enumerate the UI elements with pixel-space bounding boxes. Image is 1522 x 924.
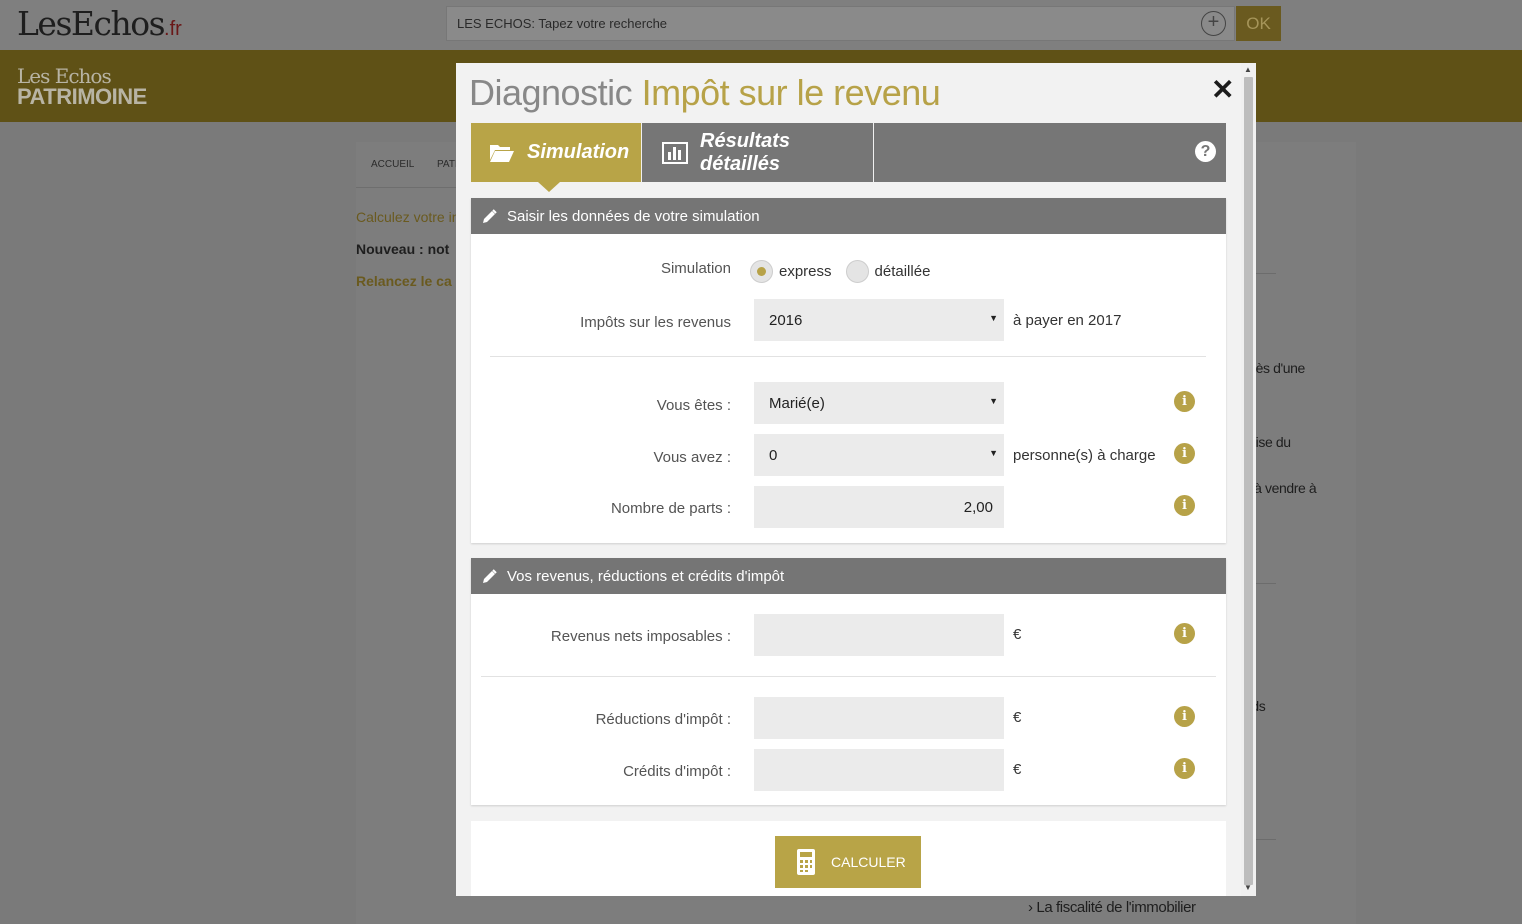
modal-scrollbar[interactable]: ▲ ▼ [1241,63,1256,896]
bar-chart-icon [662,141,688,164]
simulation-label: Simulation [660,260,731,277]
panel-header: Saisir les données de votre simulation [471,198,1226,234]
currency-symbol: € [1013,626,1022,643]
chevron-down-icon: ▼ [989,396,998,406]
currency-symbol: € [1013,709,1022,726]
panel-header: Vos revenus, réductions et crédits d'imp… [471,558,1226,594]
close-icon[interactable]: ✕ [1211,76,1234,104]
search-box [446,6,1235,41]
folder-open-icon [489,143,515,163]
radio-express-label[interactable]: express [779,263,832,280]
info-icon[interactable]: i [1174,706,1195,727]
bottom-link[interactable]: › La fiscalité de l'immobilier [1028,899,1196,916]
info-icon[interactable]: i [1174,391,1195,412]
divider [481,676,1216,677]
chevron-down-icon: ▼ [989,448,998,458]
credits-label: Crédits d'impôt : [623,763,731,780]
pencil-icon [482,208,497,224]
scrollbar-thumb[interactable] [1244,77,1253,885]
scroll-down-icon[interactable]: ▼ [1244,883,1252,892]
divider [490,356,1206,357]
radio-detaillee[interactable] [845,260,869,283]
impots-label: Impôts sur les revenus [580,314,731,331]
search-ok-button[interactable]: OK [1236,6,1281,41]
tab-resultats[interactable]: Résultats détaillés [641,123,874,182]
vous-avez-label: Vous avez : [653,449,731,466]
impots-after-text: à payer en 2017 [1013,312,1122,329]
radio-express[interactable] [750,260,773,283]
simulation-radio-group: express détaillée [750,260,930,283]
help-icon[interactable]: ? [1195,141,1216,162]
parts-field[interactable]: 2,00 [754,486,1004,528]
breadcrumb-item-accueil[interactable]: ACCUEIL [371,159,414,170]
site-header: LesEchos.fr + OK [0,0,1522,50]
plus-icon[interactable]: + [1201,11,1226,36]
calculer-button[interactable]: CALCULER [775,836,921,888]
vous-etes-select[interactable]: Marié(e) ▼ [754,382,1004,424]
reductions-label: Réductions d'impôt : [595,711,731,728]
lesechos-logo[interactable]: LesEchos.fr [17,4,182,43]
active-tab-indicator [538,182,560,192]
intro-link[interactable]: Calculez votre in [356,209,460,225]
info-icon[interactable]: i [1174,495,1195,516]
info-icon[interactable]: i [1174,623,1195,644]
tab-simulation[interactable]: Simulation [471,123,641,182]
credits-input[interactable] [754,749,1004,791]
modal-tabs: Simulation Résultats détaillés [471,123,1226,182]
revenus-label: Revenus nets imposables : [550,628,731,645]
vous-avez-after-text: personne(s) à charge [1013,447,1156,464]
info-icon[interactable]: i [1174,758,1195,779]
calculator-icon [797,849,815,875]
vous-etes-label: Vous êtes : [656,397,731,414]
chevron-down-icon: ▼ [989,313,998,323]
currency-symbol: € [1013,761,1022,778]
info-icon[interactable]: i [1174,443,1195,464]
revenus-input[interactable] [754,614,1004,656]
relance-link[interactable]: Relancez le ca [356,273,452,289]
search-input[interactable] [447,7,1187,40]
simulation-panel: Saisir les données de votre simulation S… [471,198,1226,543]
pencil-icon [482,568,497,584]
parts-label: Nombre de parts : [610,500,731,517]
radio-detaillee-label[interactable]: détaillée [875,263,931,280]
patrimoine-logo[interactable]: Les Echos PATRIMOINE [17,66,147,108]
intro-bold-text: Nouveau : not [356,241,450,257]
reductions-input[interactable] [754,697,1004,739]
modal-title: Diagnostic Impôt sur le revenu [469,72,941,113]
impots-year-select[interactable]: 2016 ▼ [754,299,1004,341]
scroll-up-icon[interactable]: ▲ [1244,65,1252,74]
vous-avez-select[interactable]: 0 ▼ [754,434,1004,476]
revenus-panel: Vos revenus, réductions et crédits d'imp… [471,558,1226,805]
